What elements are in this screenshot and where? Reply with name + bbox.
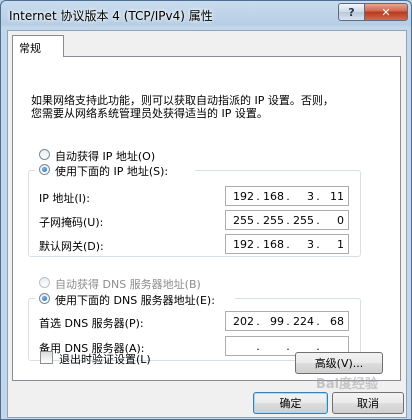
advanced-button[interactable]: 高级(V)...: [295, 352, 383, 374]
close-icon: ✕: [381, 5, 391, 19]
cancel-button-label: 取消: [357, 397, 379, 410]
validate-settings-label[interactable]: 退出时验证设置(L): [59, 351, 151, 367]
general-tab-panel: 如果网络支持此功能，则可以获取自动指派的 IP 设置。否则， 您需要从网络系统管…: [12, 56, 401, 381]
advanced-button-label: 高级(V)...: [314, 357, 364, 370]
tab-general-label: 常规: [19, 42, 41, 55]
manual-dns-label[interactable]: 使用下面的 DNS 服务器地址(E):: [55, 292, 215, 308]
octet-separator: .: [256, 340, 260, 353]
ip-address-octet-1: 192: [233, 190, 254, 203]
properties-dialog: Internet 协议版本 4 (TCP/IPv4) 属性 ? ✕ 常规 如果网…: [0, 0, 412, 420]
preferred-dns-octet-2: 99: [270, 315, 284, 328]
default-gateway-octet-3: 3: [307, 238, 314, 251]
validate-settings-checkbox[interactable]: [40, 351, 53, 364]
preferred-dns-octet-3: 224: [293, 315, 314, 328]
window-title: Internet 协议版本 4 (TCP/IPv4) 属性: [9, 9, 213, 23]
ok-button-label: 确定: [279, 397, 302, 410]
watermark: Bai度经验: [315, 377, 379, 392]
preferred-dns-octet-1: 202: [233, 315, 254, 328]
ip-address-field[interactable]: 192 . 168 . 3 . 11: [225, 186, 349, 206]
preferred-dns-octet-4: 68: [330, 315, 344, 328]
description-line-2: 您需要从网络系统管理员处获得适当的 IP 设置。: [31, 107, 268, 120]
subnet-mask-octet-1: 255: [233, 214, 254, 227]
tab-general[interactable]: 常规: [12, 35, 64, 57]
subnet-mask-field[interactable]: 255 . 255 . 255 . 0: [225, 210, 349, 230]
manual-dns-radio[interactable]: [39, 293, 50, 304]
default-gateway-label: 默认网关(D):: [39, 240, 104, 253]
manual-ip-label[interactable]: 使用下面的 IP 地址(S):: [55, 163, 168, 179]
ip-address-octet-4: 11: [330, 190, 344, 203]
ip-address-label: IP 地址(I):: [39, 192, 90, 205]
default-gateway-octet-4: 1: [337, 238, 344, 251]
ip-address-octet-3: 3: [307, 190, 314, 203]
subnet-mask-octet-2: 255: [263, 214, 284, 227]
auto-ip-radio[interactable]: [39, 149, 50, 160]
default-gateway-octet-1: 192: [233, 238, 254, 251]
cancel-button[interactable]: 取消: [332, 392, 404, 414]
description-text: 如果网络支持此功能，则可以获取自动指派的 IP 设置。否则， 您需要从网络系统管…: [31, 94, 334, 120]
close-button[interactable]: ✕: [364, 3, 408, 21]
title-bar[interactable]: Internet 协议版本 4 (TCP/IPv4) 属性 ? ✕: [1, 1, 411, 29]
default-gateway-octet-2: 168: [263, 238, 284, 251]
default-gateway-field[interactable]: 192 . 168 . 3 . 1: [225, 234, 349, 254]
help-icon: ?: [348, 5, 355, 19]
dialog-client-area: 常规 如果网络支持此功能，则可以获取自动指派的 IP 设置。否则， 您需要从网络…: [7, 30, 407, 418]
description-line-1: 如果网络支持此功能，则可以获取自动指派的 IP 设置。否则，: [31, 94, 334, 107]
ip-address-octet-2: 168: [263, 190, 284, 203]
auto-dns-radio[interactable]: [39, 277, 50, 288]
subnet-mask-octet-4: 0: [337, 214, 344, 227]
manual-ip-radio[interactable]: [39, 164, 50, 175]
subnet-mask-label: 子网掩码(U):: [39, 216, 104, 229]
preferred-dns-label: 首选 DNS 服务器(P):: [39, 317, 144, 330]
octet-separator: .: [286, 340, 290, 353]
preferred-dns-field[interactable]: 202 . 99 . 224 . 68: [225, 311, 349, 331]
help-button[interactable]: ?: [338, 3, 365, 21]
ok-button[interactable]: 确定: [253, 392, 328, 414]
subnet-mask-octet-3: 255: [293, 214, 314, 227]
